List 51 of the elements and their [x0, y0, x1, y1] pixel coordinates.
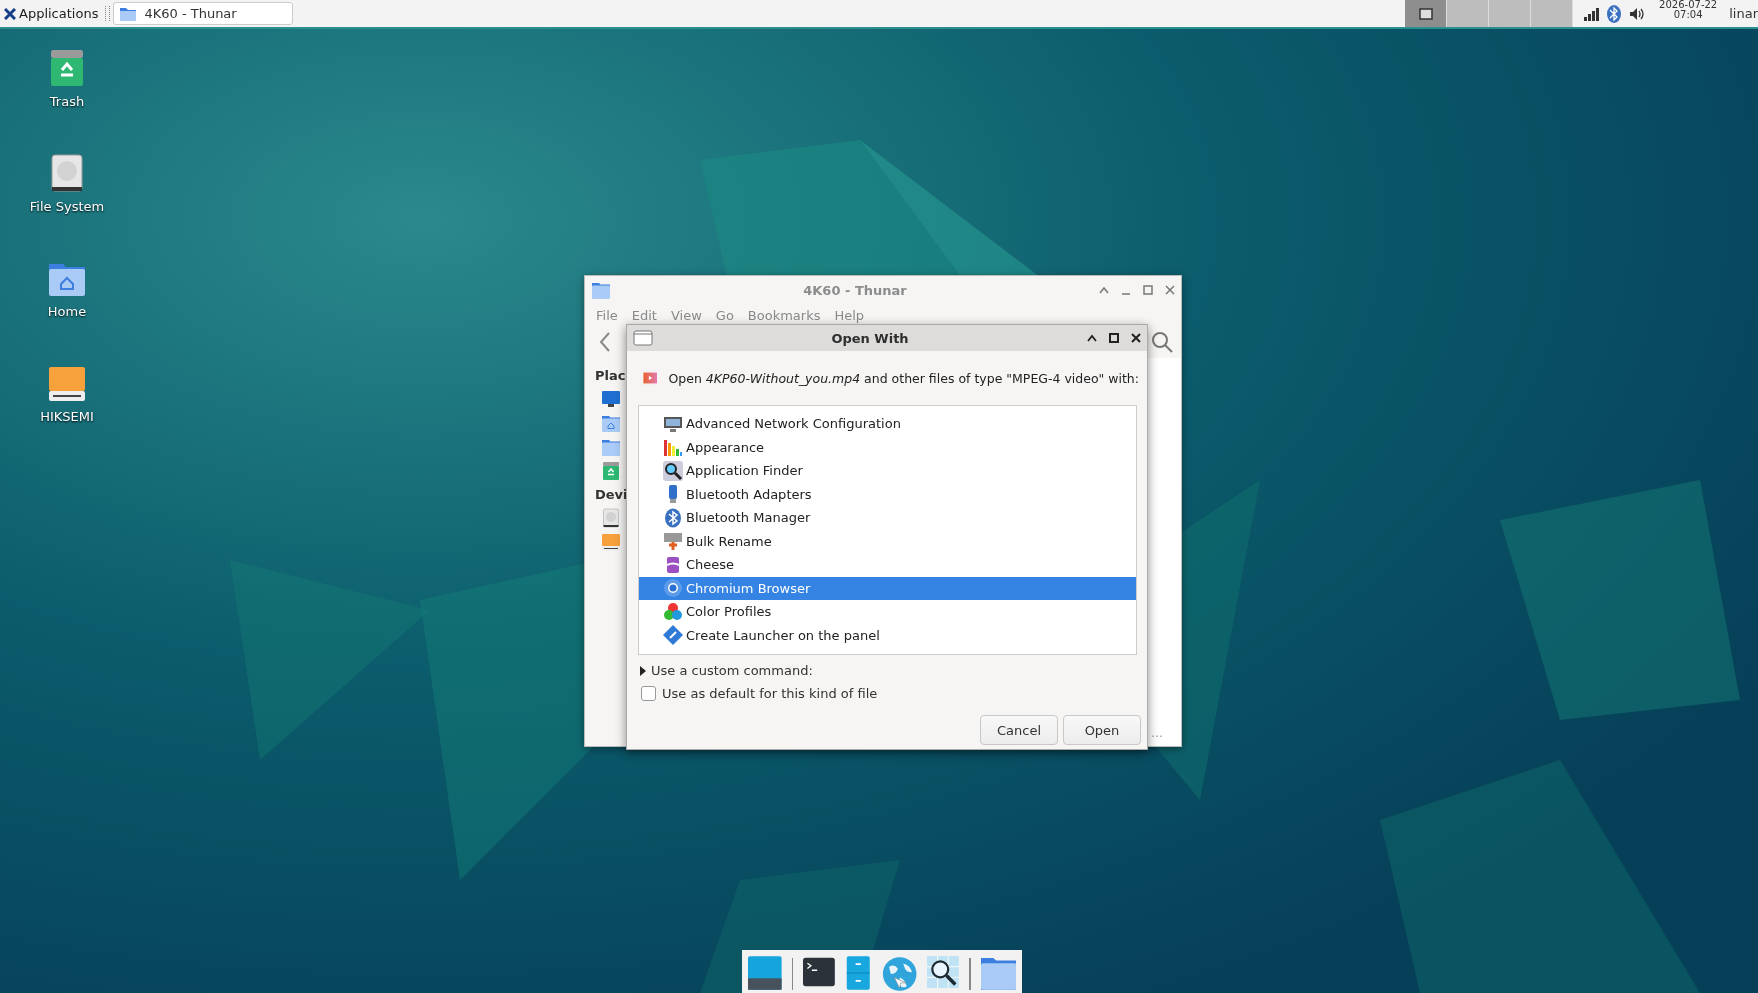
dialog-button[interactable]: Cancel — [980, 715, 1058, 745]
rename-icon — [663, 531, 683, 552]
back-icon[interactable] — [599, 332, 611, 352]
folder-icon — [120, 6, 137, 21]
window-title: 4K60 - Thunar — [802, 282, 908, 298]
dialog-title: Open With — [830, 330, 910, 346]
home-icon — [601, 413, 621, 433]
globe-icon[interactable] — [881, 954, 918, 993]
bluetooth-icon — [663, 507, 683, 528]
dialog-button[interactable]: Open — [1063, 715, 1141, 745]
color-circles-icon — [663, 601, 683, 622]
shade-icon[interactable] — [1087, 334, 1097, 342]
folder-icon — [591, 280, 611, 300]
desktop-icon-label[interactable]: Trash — [49, 94, 85, 109]
workspace-button[interactable] — [1405, 0, 1448, 27]
clock[interactable]: 2026-07-22 07:04 — [1655, 0, 1730, 27]
diamond-icon — [663, 625, 683, 646]
desktop-icon-label[interactable]: Home — [47, 304, 87, 319]
triangle-icon — [639, 665, 647, 676]
status-text: … — [1150, 725, 1164, 742]
desktop-icon — [601, 389, 621, 409]
folder-icon — [601, 437, 621, 457]
file-cabinet-icon[interactable] — [845, 954, 872, 992]
user-name[interactable]: linar — [1729, 6, 1758, 21]
custom-command-expander[interactable]: Use a custom command: — [639, 663, 813, 678]
prompt-text: Open 4KP60-Without_you.mp4 and other files of type "MPEG-4 video" with: — [668, 370, 1139, 386]
window-icon — [1418, 7, 1433, 20]
desktop-icon-label[interactable]: File System — [29, 199, 105, 214]
palette-icon — [663, 437, 683, 458]
show-desktop-icon[interactable] — [748, 954, 782, 992]
mouse-logo-icon — [4, 7, 16, 20]
application-item[interactable]: Chromium Browser — [639, 576, 1136, 600]
drive-icon — [601, 508, 621, 528]
window-icon — [633, 330, 653, 346]
signal-icon[interactable] — [1583, 6, 1600, 21]
sidebar-heading: Devi — [595, 487, 629, 502]
search-icon[interactable] — [927, 954, 959, 990]
bluetooth-icon[interactable] — [1607, 4, 1622, 23]
sidebar-heading: Plac — [595, 368, 627, 383]
trash-icon — [601, 461, 621, 481]
taskbar-button[interactable]: 4K60 - Thunar — [113, 2, 294, 25]
usb-icon — [601, 532, 621, 552]
desktop-icon-label[interactable]: HIKSEMI — [40, 409, 94, 424]
search-icon — [663, 460, 683, 481]
maximize-icon[interactable] — [1109, 333, 1119, 343]
checkbox-label[interactable]: Use as default for this kind of file — [662, 686, 878, 701]
browser-icon — [663, 578, 683, 599]
applications-menu-button[interactable]: Applications — [0, 0, 103, 27]
close-icon[interactable] — [1131, 333, 1141, 343]
checkbox[interactable] — [641, 686, 656, 701]
volume-icon[interactable] — [1629, 6, 1646, 21]
